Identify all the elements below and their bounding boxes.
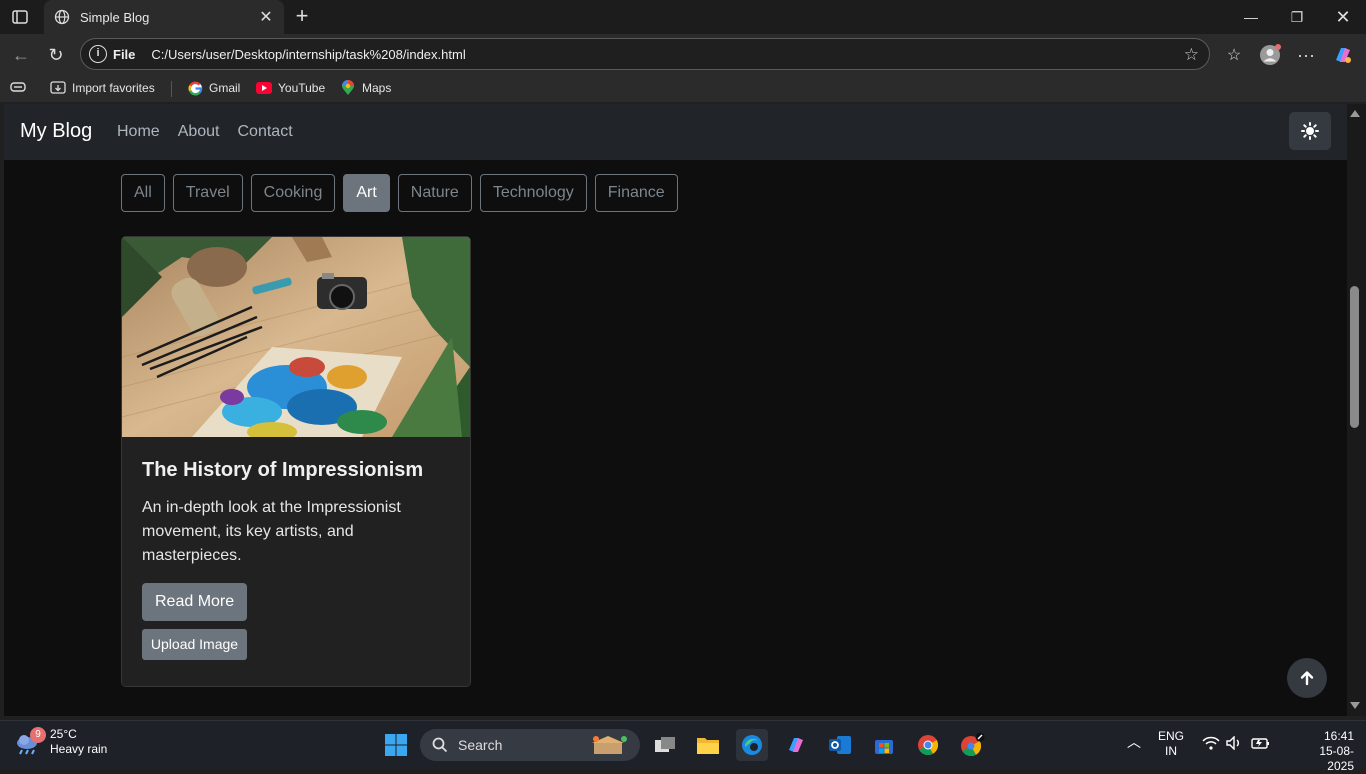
page-scrollbar[interactable] xyxy=(1347,104,1366,716)
new-tab-icon[interactable]: + xyxy=(290,4,314,28)
weather-condition: Heavy rain xyxy=(50,742,108,756)
post-image xyxy=(122,237,470,437)
upload-image-button[interactable]: Upload Image xyxy=(142,629,247,660)
nav-link-home[interactable]: Home xyxy=(117,123,160,141)
favorite-star-icon[interactable]: ☆ xyxy=(1184,45,1199,65)
scrollbar-thumb[interactable] xyxy=(1350,286,1359,428)
browser-tab[interactable]: Simple Blog ✕ xyxy=(44,0,284,34)
language-indicator[interactable]: ENG IN xyxy=(1158,729,1184,759)
url-scheme: File xyxy=(113,46,136,62)
google-icon xyxy=(187,80,203,96)
page-viewport: My Blog Home About Contact All Travel Co… xyxy=(4,104,1347,716)
copilot-app-icon[interactable] xyxy=(780,729,812,761)
back-to-top-button[interactable] xyxy=(1287,658,1327,698)
post-excerpt: An in-depth look at the Impressionist mo… xyxy=(142,499,401,564)
tab-close-icon[interactable]: ✕ xyxy=(258,7,274,27)
weather-temperature: 25°C xyxy=(50,727,77,741)
taskbar: 9 25°C Heavy rain Search ︿ ENG IN 16:41 … xyxy=(0,720,1366,773)
favorite-youtube[interactable]: YouTube xyxy=(256,80,325,96)
scroll-up-icon[interactable] xyxy=(1350,110,1360,117)
back-icon[interactable]: ← xyxy=(8,42,34,68)
weather-widget[interactable]: 9 25°C Heavy rain xyxy=(14,727,107,757)
site-navbar: My Blog Home About Contact xyxy=(4,104,1347,160)
volume-icon[interactable] xyxy=(1226,735,1244,754)
nav-links: Home About Contact xyxy=(117,123,293,141)
region-code: IN xyxy=(1165,744,1177,758)
site-info-icon[interactable]: i xyxy=(89,45,107,63)
more-options-icon[interactable]: ··· xyxy=(1294,43,1318,67)
import-favorites-icon xyxy=(50,80,66,96)
globe-icon xyxy=(54,9,70,25)
battery-icon[interactable] xyxy=(1250,736,1270,754)
filter-travel[interactable]: Travel xyxy=(172,174,243,212)
minimize-icon[interactable]: — xyxy=(1228,0,1274,34)
filter-nature[interactable]: Nature xyxy=(397,174,472,212)
url-text[interactable]: C:/Users/user/Desktop/internship/task%20… xyxy=(151,47,465,62)
task-view-icon[interactable] xyxy=(649,729,681,761)
chrome-profile-icon[interactable] xyxy=(956,729,988,761)
address-bar[interactable]: i File C:/Users/user/Desktop/internship/… xyxy=(80,38,1210,70)
edge-icon[interactable] xyxy=(736,729,768,761)
favorite-label: Maps xyxy=(362,81,392,95)
blog-post-card: The History of Impressionism An in-depth… xyxy=(121,236,471,687)
favorite-maps[interactable]: Maps xyxy=(340,80,391,96)
reading-view-icon[interactable] xyxy=(10,80,26,94)
search-label: Search xyxy=(458,737,503,753)
nav-link-about[interactable]: About xyxy=(178,123,220,141)
chrome-icon[interactable] xyxy=(912,729,944,761)
scroll-down-icon[interactable] xyxy=(1350,702,1360,709)
arrow-up-icon xyxy=(1300,671,1314,686)
favorite-gmail[interactable]: Gmail xyxy=(187,80,240,96)
weather-alert-badge: 9 xyxy=(30,727,46,743)
theme-toggle-button[interactable] xyxy=(1289,112,1331,150)
refresh-icon[interactable]: ↻ xyxy=(43,42,69,68)
read-more-button[interactable]: Read More xyxy=(142,583,248,621)
post-title: The History of Impressionism xyxy=(142,459,424,481)
youtube-icon xyxy=(256,80,272,96)
tab-title: Simple Blog xyxy=(80,9,150,25)
clock-time: 16:41 xyxy=(1323,729,1354,743)
clock-date: 15-08-2025 xyxy=(1319,744,1354,773)
search-highlight-icon xyxy=(592,736,627,754)
outlook-icon[interactable] xyxy=(824,729,856,761)
site-brand[interactable]: My Blog xyxy=(20,120,92,143)
filter-art[interactable]: Art xyxy=(343,174,390,212)
filter-cooking[interactable]: Cooking xyxy=(250,174,336,212)
wifi-icon[interactable] xyxy=(1202,736,1220,754)
store-icon[interactable] xyxy=(868,729,900,761)
sun-icon xyxy=(1301,122,1319,140)
copilot-icon[interactable] xyxy=(1331,43,1355,67)
window-close-icon[interactable]: ✕ xyxy=(1320,0,1366,34)
clock[interactable]: 16:41 15-08-2025 xyxy=(1306,729,1354,774)
profile-avatar[interactable] xyxy=(1258,43,1282,67)
start-button[interactable] xyxy=(380,729,412,761)
restore-icon[interactable]: ❐ xyxy=(1274,0,1320,34)
rain-cloud-icon: 9 xyxy=(14,727,46,756)
favorite-label: Gmail xyxy=(209,81,241,95)
favorites-icon[interactable]: ☆ xyxy=(1222,43,1246,67)
search-icon xyxy=(432,737,448,753)
address-toolbar: ← ↻ i File C:/Users/user/Desktop/interns… xyxy=(0,34,1366,74)
nav-link-contact[interactable]: Contact xyxy=(238,123,293,141)
windows-logo-icon xyxy=(385,734,407,756)
card-body: The History of Impressionism An in-depth… xyxy=(122,437,470,680)
tab-bar: Simple Blog ✕ + — ❐ ✕ xyxy=(0,0,1366,34)
favorites-bar: Import favorites Gmail YouTube Maps xyxy=(0,74,1366,102)
favorite-label: YouTube xyxy=(278,81,326,95)
taskbar-search[interactable]: Search xyxy=(420,729,640,761)
favorite-import[interactable]: Import favorites xyxy=(50,80,155,96)
show-hidden-icons[interactable]: ︿ xyxy=(1127,735,1141,750)
filter-all[interactable]: All xyxy=(121,174,165,212)
file-explorer-icon[interactable] xyxy=(692,729,724,761)
filter-finance[interactable]: Finance xyxy=(594,174,678,212)
maps-pin-icon xyxy=(340,80,356,96)
tab-actions-icon[interactable] xyxy=(8,6,32,28)
filter-technology[interactable]: Technology xyxy=(479,174,587,212)
category-filters: All Travel Cooking Art Nature Technology… xyxy=(121,174,678,212)
favorite-label: Import favorites xyxy=(72,81,155,95)
language-code: ENG xyxy=(1158,729,1185,743)
favorites-divider xyxy=(171,81,172,97)
